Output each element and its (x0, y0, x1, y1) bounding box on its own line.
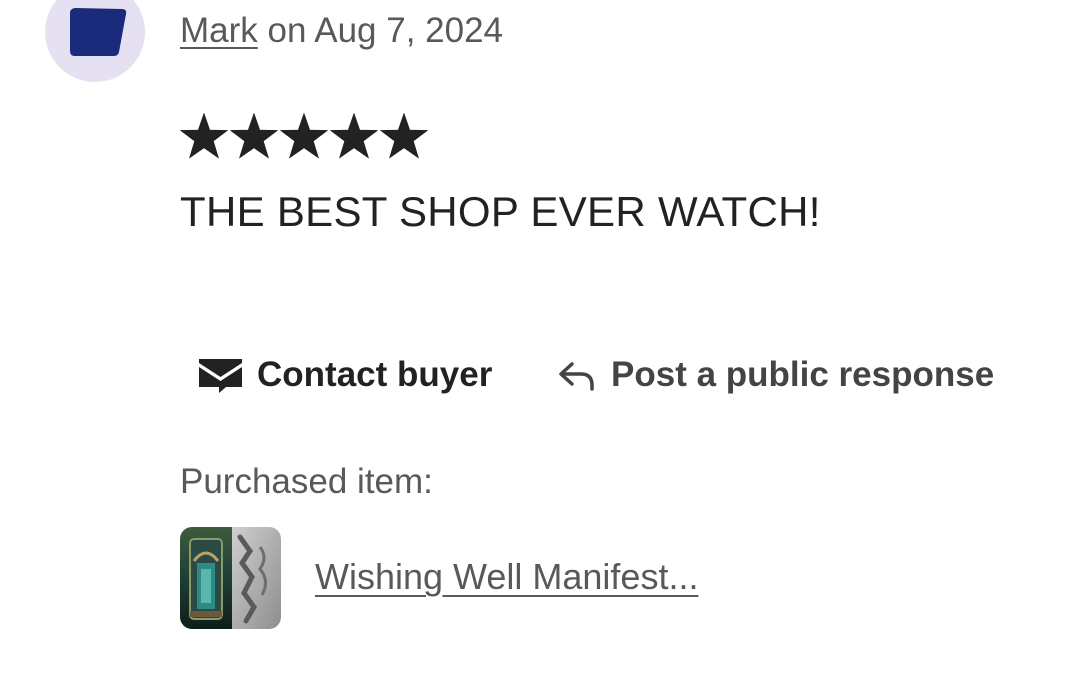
post-public-response-button[interactable]: Post a public response (557, 350, 994, 400)
item-thumbnail[interactable] (180, 527, 281, 629)
star-icon (330, 113, 378, 159)
contact-buyer-label: Contact buyer (257, 355, 493, 394)
star-rating (180, 113, 428, 161)
post-public-response-label: Post a public response (611, 355, 995, 394)
reply-arrow-icon (559, 362, 594, 391)
purchased-item-link[interactable]: Wishing Well Manifest... (315, 556, 698, 598)
envelope-icon (199, 359, 242, 393)
contact-buyer-button[interactable]: Contact buyer (198, 350, 492, 400)
star-icon (380, 113, 428, 159)
purchased-item-label: Purchased item: (180, 462, 433, 501)
review-text: THE BEST SHOP EVER WATCH! (180, 188, 821, 235)
avatar-image (70, 8, 127, 56)
star-icon (180, 113, 228, 159)
item-thumbnail-image (180, 527, 281, 629)
star-icon (230, 113, 278, 159)
author-link[interactable]: Mark (180, 11, 258, 50)
star-icon (280, 113, 328, 159)
review-meta: Mark on Aug 7, 2024 (180, 11, 503, 51)
avatar[interactable] (45, 0, 145, 82)
review-date: on Aug 7, 2024 (257, 11, 504, 50)
